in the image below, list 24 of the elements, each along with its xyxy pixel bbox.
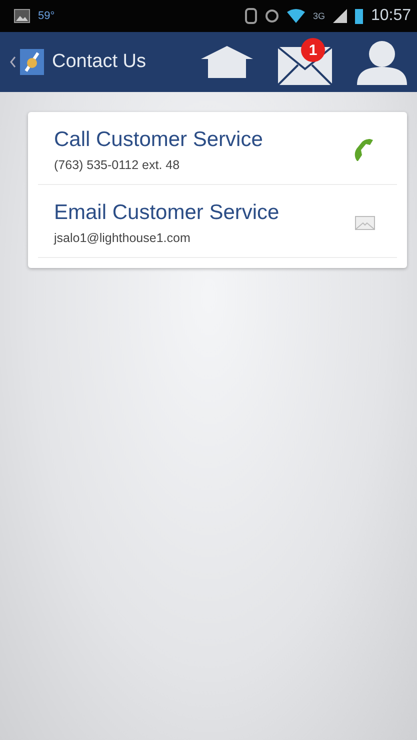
- home-icon: [199, 45, 255, 79]
- network-text: 3G: [312, 11, 325, 21]
- phone-icon: [353, 137, 375, 163]
- contact-title: Call Customer Service: [54, 128, 264, 152]
- mail-button[interactable]: 1: [277, 38, 333, 86]
- app-logo-icon: [20, 49, 44, 75]
- unread-count-badge: 1: [301, 38, 325, 62]
- home-button[interactable]: [199, 45, 255, 79]
- picture-notification-icon: [14, 9, 30, 23]
- contact-detail: (763) 535-0112 ext. 48: [54, 158, 181, 172]
- contact-title: Email Customer Service: [54, 201, 280, 225]
- contact-row[interactable]: Call Customer Service (763) 535-0112 ext. 48: [38, 112, 397, 185]
- contact-row[interactable]: Email Customer Service jsalo1@lighthouse1.com: [38, 185, 397, 258]
- clock-text: 10:57: [370, 7, 411, 25]
- battery-icon: [354, 8, 363, 24]
- screen-title: Contact Us: [52, 51, 146, 73]
- profile-button[interactable]: [355, 39, 409, 85]
- back-button[interactable]: [10, 49, 44, 75]
- contact-detail: jsalo1@lighthouse1.com: [54, 231, 192, 245]
- signal-icon: [332, 9, 347, 23]
- wifi-icon: [286, 9, 305, 23]
- back-caret-icon: [10, 56, 16, 68]
- temperature-text: 59°: [38, 10, 55, 22]
- person-icon: [355, 39, 409, 85]
